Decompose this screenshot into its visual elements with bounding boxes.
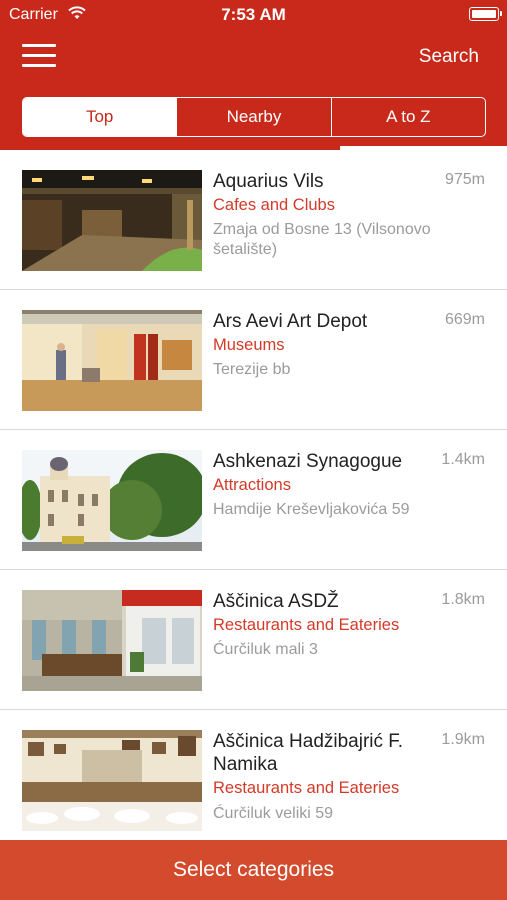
place-category: Restaurants and Eateries <box>213 779 400 797</box>
place-distance: 975m <box>444 171 485 188</box>
place-photo <box>22 310 202 411</box>
place-address: Ćurčiluk mali 3 <box>213 641 318 658</box>
sort-segmented-control: Top Nearby A to Z <box>22 97 486 137</box>
search-button[interactable]: Search <box>419 46 479 68</box>
place-distance: 669m <box>444 311 485 328</box>
place-address: Terezije bb <box>213 361 291 378</box>
place-category: Museums <box>213 336 285 354</box>
place-distance: 1.8km <box>441 591 485 608</box>
status-time: 7:53 AM <box>221 5 286 24</box>
place-category: Attractions <box>213 476 291 494</box>
place-photo <box>22 170 202 271</box>
list-item[interactable]: Aquarius Vils 975m Cafes and Clubs Zmaja… <box>0 150 507 290</box>
place-name: Ars Aevi Art Depot <box>213 311 368 332</box>
list-item[interactable]: Aščinica ASDŽ 1.8km Restaurants and Eate… <box>0 570 507 710</box>
list-item[interactable]: Aščinica Hadžibajrić F. Namika 1.9km Res… <box>0 710 507 840</box>
status-bar: Carrier 7:53 AM <box>0 0 507 30</box>
place-photo <box>22 450 202 551</box>
place-address: Zmaja od Bosne 13 (Vilsonovo šetalište) <box>213 221 431 258</box>
place-category: Restaurants and Eateries <box>213 616 400 634</box>
tab-a-to-z[interactable]: A to Z <box>330 98 485 136</box>
place-distance: 1.4km <box>441 451 485 468</box>
place-category: Cafes and Clubs <box>213 196 335 214</box>
tab-top[interactable]: Top <box>23 98 177 136</box>
hamburger-menu-icon[interactable] <box>22 42 58 70</box>
list-item[interactable]: Ashkenazi Synagogue 1.4km Attractions Ha… <box>0 430 507 570</box>
place-name: Aščinica Hadžibajrić F. Namika <box>213 731 404 775</box>
place-photo <box>22 730 202 831</box>
list-item[interactable]: Ars Aevi Art Depot 669m Museums Terezije… <box>0 290 507 430</box>
place-name: Aquarius Vils <box>213 171 324 192</box>
place-address: Ćurčiluk veliki 59 <box>213 805 334 822</box>
place-name: Ashkenazi Synagogue <box>213 451 403 472</box>
place-photo <box>22 590 202 691</box>
select-categories-button[interactable]: Select categories <box>0 840 507 900</box>
app-header: Carrier 7:53 AM Search Top Nearby A to Z <box>0 0 507 150</box>
tab-nearby[interactable]: Nearby <box>176 98 330 136</box>
battery-icon <box>469 7 502 21</box>
place-distance: 1.9km <box>441 731 485 748</box>
places-list[interactable]: Aquarius Vils 975m Cafes and Clubs Zmaja… <box>0 150 507 840</box>
place-name: Aščinica ASDŽ <box>213 591 339 612</box>
place-address: Hamdije Kreševljakovića 59 <box>213 501 410 518</box>
